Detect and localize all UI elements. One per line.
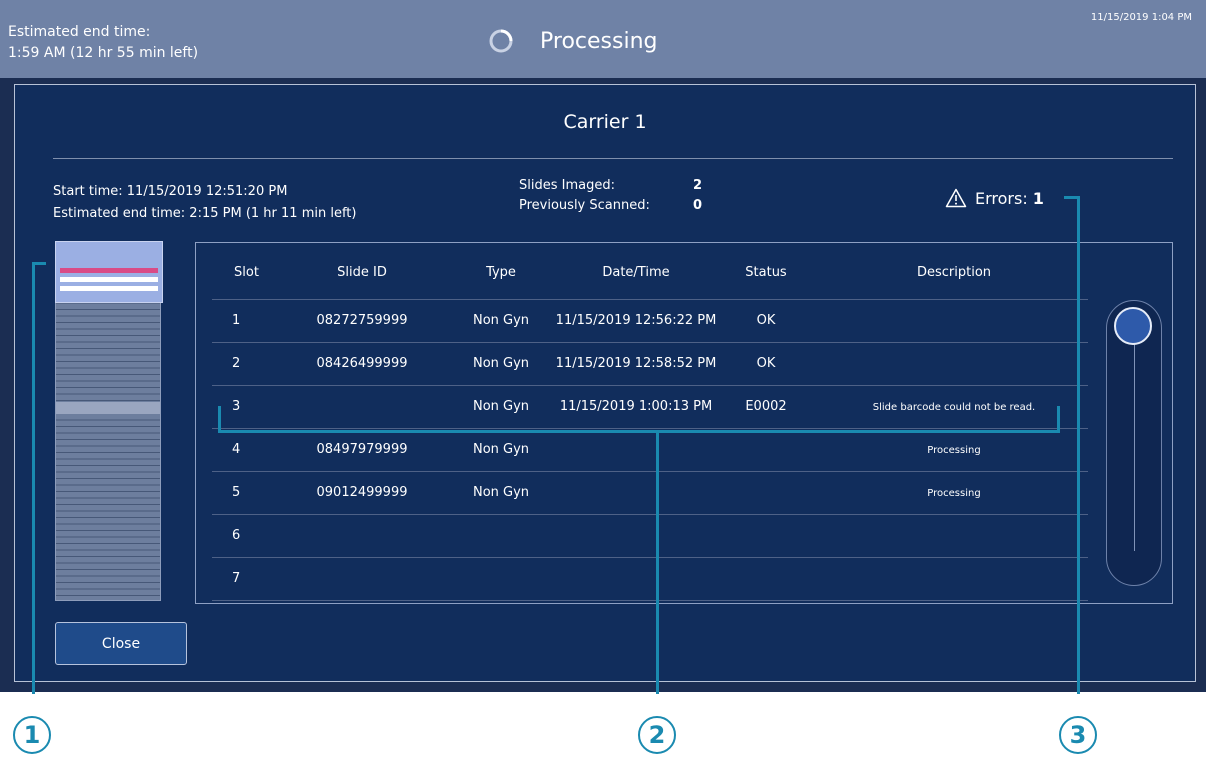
header-estimated-label: Estimated end time:: [8, 24, 151, 40]
errors-label: Errors:: [975, 188, 1028, 208]
dialog-title: Carrier 1: [563, 111, 647, 133]
estimated-end-time: Estimated end time: 2:15 PM (1 hr 11 min…: [53, 206, 357, 221]
cell-datetime: 11/15/2019 12:58:52 PM: [555, 356, 717, 371]
column-header-description: Description: [916, 265, 992, 280]
slides-imaged-value: 2: [693, 178, 703, 193]
cell-description: Slide barcode could not be read.: [872, 402, 1036, 413]
status-header: Estimated end time: 1:59 AM (12 hr 55 mi…: [0, 0, 1206, 78]
header-estimated-value: 1:59 AM (12 hr 55 min left): [8, 45, 199, 61]
cell-slot: 2: [232, 356, 241, 371]
table-row[interactable]: 2 08426499999 Non Gyn 11/15/2019 12:58:52 P…: [196, 342, 1096, 385]
cell-status: E0002: [745, 399, 787, 414]
table-scrollbar[interactable]: [1106, 300, 1162, 586]
cell-datetime: 11/15/2019 1:00:13 PM: [559, 399, 713, 414]
slide-counts: Slides Imaged: 2 Previously Scanned: 0: [519, 176, 702, 216]
warning-triangle-icon: [945, 188, 967, 208]
cell-slot: 7: [232, 571, 241, 586]
cell-type: Non Gyn: [472, 313, 530, 328]
previously-scanned-label: Previously Scanned:: [519, 198, 650, 213]
column-header-slot: Slot: [234, 265, 259, 280]
header-estimated-end: Estimated end time: 1:59 AM (12 hr 55 mi…: [8, 22, 198, 64]
callout-2-bracket-left: [218, 406, 221, 432]
slides-imaged-label: Slides Imaged:: [519, 178, 615, 193]
table-row[interactable]: 3 Non Gyn 11/15/2019 1:00:13 PM E0002 Slide …: [196, 385, 1096, 428]
carrier-times: Start time: 11/15/2019 12:51:20 PM Estim…: [53, 181, 356, 225]
callout-3-tick: [1064, 196, 1080, 199]
cell-type: Non Gyn: [472, 442, 530, 457]
callout-2-bracket-right: [1057, 406, 1060, 432]
column-header-slide-id: Slide ID: [337, 265, 387, 280]
loading-spinner-icon: [489, 29, 513, 53]
slides-imaged-row: Slides Imaged: 2: [519, 176, 702, 196]
table-row[interactable]: 4 08497979999 Non Gyn Processing: [196, 428, 1096, 471]
table-row[interactable]: 5 09012499999 Non Gyn Processing: [196, 471, 1096, 514]
cell-slot: 5: [232, 485, 241, 500]
slot-marker-error: [60, 268, 158, 273]
errors-summary: Errors: 1: [945, 188, 1044, 208]
header-clock: 11/15/2019 1:04 PM: [1090, 12, 1192, 23]
table-row[interactable]: 6: [196, 514, 1096, 557]
slides-table: Slot Slide ID Type Date/Time Status Desc…: [195, 242, 1173, 604]
table-row[interactable]: 7: [196, 557, 1096, 600]
cell-datetime: 11/15/2019 12:56:22 PM: [555, 313, 717, 328]
callout-marker-3: 3: [1059, 716, 1097, 754]
callout-2-line: [656, 430, 659, 694]
cell-slot: 1: [232, 313, 241, 328]
callout-marker-1: 1: [13, 716, 51, 754]
column-header-datetime: Date/Time: [602, 265, 670, 280]
cell-slide-id: 09012499999: [316, 485, 408, 500]
cell-slot: 6: [232, 528, 241, 543]
cell-description: Processing: [927, 488, 981, 499]
column-header-type: Type: [486, 265, 516, 280]
slot-marker: [60, 277, 158, 282]
previously-scanned-value: 0: [693, 198, 703, 213]
cell-type: Non Gyn: [472, 485, 530, 500]
cell-type: Non Gyn: [472, 399, 530, 414]
cell-slide-id: 08497979999: [316, 442, 408, 457]
carrier-dialog: Carrier 1 Start time: 11/15/2019 12:51:2…: [14, 84, 1196, 682]
dialog-divider: [53, 158, 1173, 159]
callout-1-tick: [32, 262, 46, 265]
cell-status: OK: [756, 356, 776, 371]
scrollbar-thumb[interactable]: [1114, 307, 1152, 345]
cell-slide-id: 08426499999: [316, 356, 408, 371]
carrier-view-window[interactable]: [55, 241, 163, 303]
callout-2-bracket: [218, 430, 1060, 433]
cell-slot: 3: [232, 399, 241, 414]
errors-count: 1: [1032, 188, 1044, 208]
column-header-status: Status: [745, 265, 787, 280]
cell-status: OK: [756, 313, 776, 328]
start-time: Start time: 11/15/2019 12:51:20 PM: [53, 184, 288, 199]
close-button[interactable]: Close: [55, 622, 187, 665]
cell-description: Processing: [927, 445, 981, 456]
carrier-slot-highlight: [56, 402, 160, 414]
callout-1-line: [32, 262, 35, 694]
callout-marker-2: 2: [638, 716, 676, 754]
cell-slide-id: 08272759999: [316, 313, 408, 328]
callout-3-line: [1077, 196, 1080, 694]
processing-status: Processing: [488, 28, 657, 54]
scrollbar-track: [1134, 341, 1135, 551]
row-separator: [212, 600, 1088, 601]
previously-scanned-row: Previously Scanned: 0: [519, 196, 702, 216]
cell-type: Non Gyn: [472, 356, 530, 371]
cell-slot: 4: [232, 442, 241, 457]
slot-marker: [60, 286, 158, 291]
table-row[interactable]: 1 08272759999 Non Gyn 11/15/2019 12:56:22 P…: [196, 299, 1096, 342]
header-title: Processing: [540, 28, 658, 54]
